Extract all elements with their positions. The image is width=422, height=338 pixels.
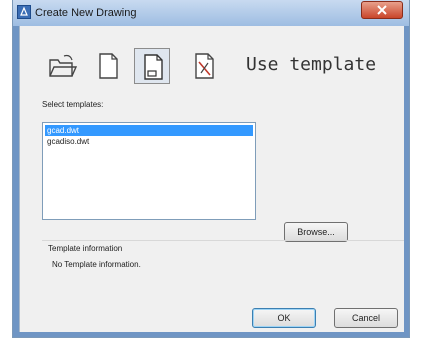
ok-button[interactable]: OK bbox=[252, 308, 316, 328]
template-information-text: No Template information. bbox=[52, 260, 141, 269]
mode-title: Use template bbox=[246, 54, 377, 75]
wizard-page-icon bbox=[195, 53, 214, 79]
start-from-scratch-button[interactable] bbox=[90, 48, 126, 84]
template-item-gcad[interactable]: gcad.dwt bbox=[45, 125, 253, 136]
select-templates-label: Select templates: bbox=[42, 100, 104, 109]
window-title: Create New Drawing bbox=[35, 7, 137, 19]
create-new-drawing-dialog: Create New Drawing Use template Select t… bbox=[12, 0, 410, 338]
templates-listbox[interactable]: gcad.dwt gcadiso.dwt bbox=[42, 122, 256, 220]
use-wizard-button[interactable] bbox=[186, 48, 222, 84]
browse-button[interactable]: Browse... bbox=[284, 222, 348, 242]
open-folder-icon bbox=[49, 54, 78, 77]
app-icon bbox=[17, 5, 31, 19]
close-button[interactable] bbox=[361, 1, 403, 19]
dialog-body: Use template Select templates: gcad.dwt … bbox=[19, 26, 404, 332]
separator bbox=[42, 240, 404, 241]
cancel-button[interactable]: Cancel bbox=[334, 308, 398, 328]
template-item-gcadiso[interactable]: gcadiso.dwt bbox=[45, 136, 253, 147]
use-template-button[interactable] bbox=[134, 48, 170, 84]
template-page-icon bbox=[144, 54, 163, 80]
open-drawing-button[interactable] bbox=[44, 48, 80, 84]
template-information-label: Template information bbox=[48, 244, 123, 253]
blank-page-icon bbox=[99, 53, 118, 79]
title-bar[interactable]: Create New Drawing bbox=[13, 0, 409, 26]
